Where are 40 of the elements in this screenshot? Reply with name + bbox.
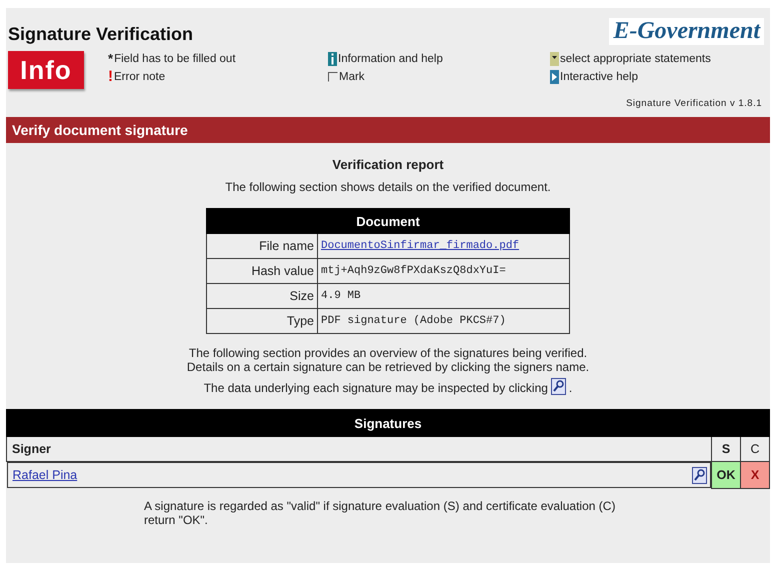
cell-value: mtj+Aqh9zGw8fPXdaKszQ8dxYuI= [321, 265, 506, 277]
table-header: Document [206, 208, 570, 234]
legend-label: Error note [114, 70, 166, 82]
section-header: Verify document signature [6, 117, 770, 143]
page-title: Signature Verification [8, 23, 194, 45]
cell-value: 4.9 MB [321, 290, 361, 302]
legend-label: Information and help [338, 52, 443, 64]
asterisk-symbol: * [108, 51, 114, 66]
table-cell: File name [206, 234, 318, 258]
cell-value: PDF signature (Adobe PKCS#7) [321, 315, 506, 327]
report-title: Verification report [331, 157, 445, 172]
overview-text: Details on a certain signature can be retrieved by clicking the signers name. [186, 360, 590, 374]
logo: E-Government [609, 18, 764, 45]
table-cell: Hash value [206, 258, 318, 284]
exclamation-symbol: ! [108, 68, 113, 85]
column-header: Signer [6, 436, 712, 462]
legend-label: Interactive help [560, 70, 638, 82]
legend-label: select appropriate statements [560, 52, 711, 64]
table-header: Signatures [6, 410, 770, 436]
file-link[interactable]: DocumentoSinfirmar_firmado.pdf [321, 240, 520, 252]
signer-link[interactable]: Rafael Pina [12, 468, 78, 482]
status-cell: X [740, 462, 770, 488]
overview-text: . [568, 381, 572, 395]
inspect-icon [550, 378, 566, 395]
legend-label: Field has to be filled out [114, 52, 236, 64]
table-cell: Size [206, 284, 318, 308]
play-icon [550, 70, 559, 84]
info-icon [328, 52, 337, 66]
footnote-text: A signature is regarded as "valid" if signature evaluation (S) and certificate evaluation (C) return "OK". [6, 488, 770, 562]
checkbox-icon [328, 72, 338, 82]
legend-label: Mark [339, 70, 365, 82]
version-label: Signature Verification v 1.8.1 [626, 98, 762, 109]
report-intro: The following section shows details on the verified document. [224, 180, 552, 194]
inspect-icon[interactable] [692, 466, 707, 484]
table-cell: Type [206, 308, 318, 334]
overview-text: The following section provides an overview of the signatures being verified. [188, 346, 588, 360]
status-cell: OK [712, 462, 740, 488]
overview-text: The data underlying each signature may be inspected by clicking [204, 381, 548, 395]
info-badge: Info [8, 51, 84, 89]
dropdown-icon [550, 52, 559, 66]
